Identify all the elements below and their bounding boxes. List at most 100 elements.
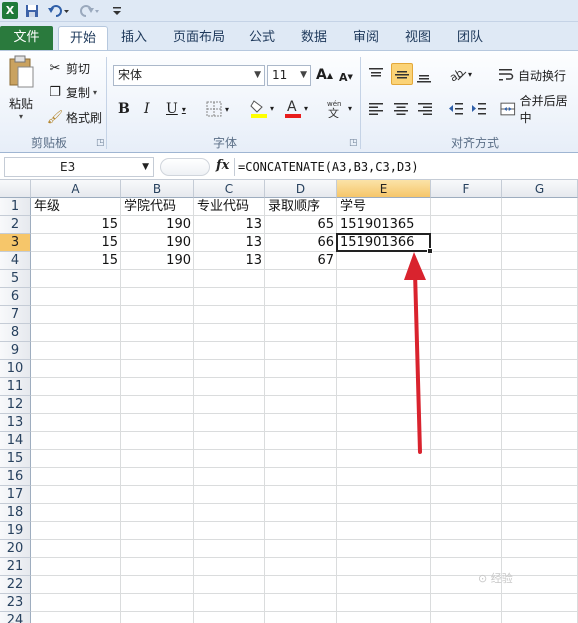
align-right-button[interactable] xyxy=(417,99,437,119)
cell-c1[interactable]: 专业代码 xyxy=(194,198,265,216)
row-header-17[interactable]: 17 xyxy=(0,486,31,504)
orientation-button[interactable]: ab ▾ xyxy=(448,63,478,85)
row-header-10[interactable]: 10 xyxy=(0,360,31,378)
align-top-button[interactable] xyxy=(368,65,388,85)
cell-c2[interactable]: 13 xyxy=(194,216,265,234)
tab-file[interactable]: 文件 xyxy=(0,26,53,50)
insert-function-icon[interactable]: fx xyxy=(216,158,229,173)
row-header-3[interactable]: 3 xyxy=(0,234,31,252)
tab-review[interactable]: 审阅 xyxy=(346,26,386,50)
row-header-22[interactable]: 22 xyxy=(0,576,31,594)
cell-d4[interactable]: 67 xyxy=(265,252,337,270)
column-header-f[interactable]: F xyxy=(431,180,502,198)
undo-icon[interactable] xyxy=(46,3,72,19)
row-header-8[interactable]: 8 xyxy=(0,324,31,342)
cut-button[interactable]: ✂ 剪切 xyxy=(46,59,90,77)
row-header-6[interactable]: 6 xyxy=(0,288,31,306)
underline-button[interactable]: U ▾ xyxy=(166,99,186,119)
align-center-button[interactable] xyxy=(393,99,413,119)
font-name-combo[interactable]: 宋体 ▼ xyxy=(113,65,265,86)
customize-qat-icon[interactable] xyxy=(110,3,124,19)
row-header-16[interactable]: 16 xyxy=(0,468,31,486)
font-size-combo[interactable]: 11 ▼ xyxy=(267,65,311,86)
tab-team[interactable]: 团队 xyxy=(450,26,490,50)
row-header-24[interactable]: 24 xyxy=(0,612,31,623)
gridline xyxy=(31,557,578,558)
name-box[interactable]: E3 ▼ xyxy=(4,157,154,177)
italic-button[interactable]: I xyxy=(144,99,150,119)
row-header-12[interactable]: 12 xyxy=(0,396,31,414)
cell-c3[interactable]: 13 xyxy=(194,234,265,252)
row-header-11[interactable]: 11 xyxy=(0,378,31,396)
cell-d3[interactable]: 66 xyxy=(265,234,337,252)
row-header-13[interactable]: 13 xyxy=(0,414,31,432)
row-header-7[interactable]: 7 xyxy=(0,306,31,324)
gridline xyxy=(31,323,578,324)
row-header-19[interactable]: 19 xyxy=(0,522,31,540)
grow-font-button[interactable]: A ▲ xyxy=(316,65,333,85)
cell-a2[interactable]: 15 xyxy=(31,216,121,234)
row-header-21[interactable]: 21 xyxy=(0,558,31,576)
font-color-button[interactable]: A ▾ xyxy=(284,97,308,119)
cell-b1[interactable]: 学院代码 xyxy=(121,198,194,216)
cell-d1[interactable]: 录取顺序 xyxy=(265,198,337,216)
merge-center-button[interactable]: 合并后居中 xyxy=(500,94,578,125)
gridline xyxy=(31,287,578,288)
formula-input[interactable]: =CONCATENATE(A3,B3,C3,D3) xyxy=(238,157,574,177)
bold-button[interactable]: B xyxy=(118,99,130,119)
increase-indent-button[interactable] xyxy=(471,99,491,119)
cell-b4[interactable]: 190 xyxy=(121,252,194,270)
paste-button[interactable]: 粘贴 ▾ xyxy=(6,55,36,127)
fill-color-button[interactable]: ▾ xyxy=(250,97,274,119)
row-header-15[interactable]: 15 xyxy=(0,450,31,468)
column-header-d[interactable]: D xyxy=(265,180,337,198)
copy-button[interactable]: ❐ 复制 ▾ xyxy=(46,83,97,101)
align-middle-button[interactable] xyxy=(391,63,413,85)
phonetic-button[interactable]: wén 文 ▾ xyxy=(326,97,352,119)
row-header-20[interactable]: 20 xyxy=(0,540,31,558)
redo-icon[interactable] xyxy=(76,3,102,19)
align-left-button[interactable] xyxy=(368,99,388,119)
cell-d2[interactable]: 65 xyxy=(265,216,337,234)
cell-b3[interactable]: 190 xyxy=(121,234,194,252)
column-header-b[interactable]: B xyxy=(121,180,194,198)
save-icon[interactable] xyxy=(24,3,40,19)
tab-home[interactable]: 开始 xyxy=(58,26,108,50)
row-header-2[interactable]: 2 xyxy=(0,216,31,234)
cell-c4[interactable]: 13 xyxy=(194,252,265,270)
decrease-indent-button[interactable] xyxy=(448,99,468,119)
column-header-c[interactable]: C xyxy=(194,180,265,198)
cell-e1[interactable]: 学号 xyxy=(337,198,431,216)
cell-e2[interactable]: 151901365 xyxy=(337,216,431,234)
format-painter-button[interactable]: 🖌 格式刷 xyxy=(46,108,102,126)
fill-handle[interactable] xyxy=(427,248,433,254)
cell-a3[interactable]: 15 xyxy=(31,234,121,252)
column-header-g[interactable]: G xyxy=(502,180,578,198)
row-header-23[interactable]: 23 xyxy=(0,594,31,612)
tab-formulas[interactable]: 公式 xyxy=(242,26,282,50)
column-header-e[interactable]: E xyxy=(337,180,431,198)
shrink-font-button[interactable]: A ▼ xyxy=(339,67,353,87)
row-header-14[interactable]: 14 xyxy=(0,432,31,450)
select-all-corner[interactable] xyxy=(0,180,31,198)
font-dialog-launcher-icon[interactable]: ◳ xyxy=(349,138,358,148)
column-header-a[interactable]: A xyxy=(31,180,121,198)
worksheet-grid[interactable]: A B C D E F G 1 2 3 4 5 6 7 8 9 10 11 12 13 14 15 16 17 18 19 20 21… xyxy=(0,180,578,623)
formula-bar-resize-handle[interactable] xyxy=(160,158,210,176)
cell-a4[interactable]: 15 xyxy=(31,252,121,270)
tab-page-layout[interactable]: 页面布局 xyxy=(166,26,232,50)
row-header-9[interactable]: 9 xyxy=(0,342,31,360)
row-header-4[interactable]: 4 xyxy=(0,252,31,270)
row-header-5[interactable]: 5 xyxy=(0,270,31,288)
wrap-text-button[interactable]: 自动换行 xyxy=(498,65,566,85)
tab-data[interactable]: 数据 xyxy=(294,26,334,50)
tab-insert[interactable]: 插入 xyxy=(112,26,156,50)
clipboard-dialog-launcher-icon[interactable]: ◳ xyxy=(96,138,105,148)
tab-view[interactable]: 视图 xyxy=(398,26,438,50)
row-header-1[interactable]: 1 xyxy=(0,198,31,216)
align-bottom-button[interactable] xyxy=(416,65,436,85)
row-header-18[interactable]: 18 xyxy=(0,504,31,522)
cell-a1[interactable]: 年级 xyxy=(31,198,121,216)
cell-b2[interactable]: 190 xyxy=(121,216,194,234)
borders-button[interactable]: ▾ xyxy=(206,99,229,119)
